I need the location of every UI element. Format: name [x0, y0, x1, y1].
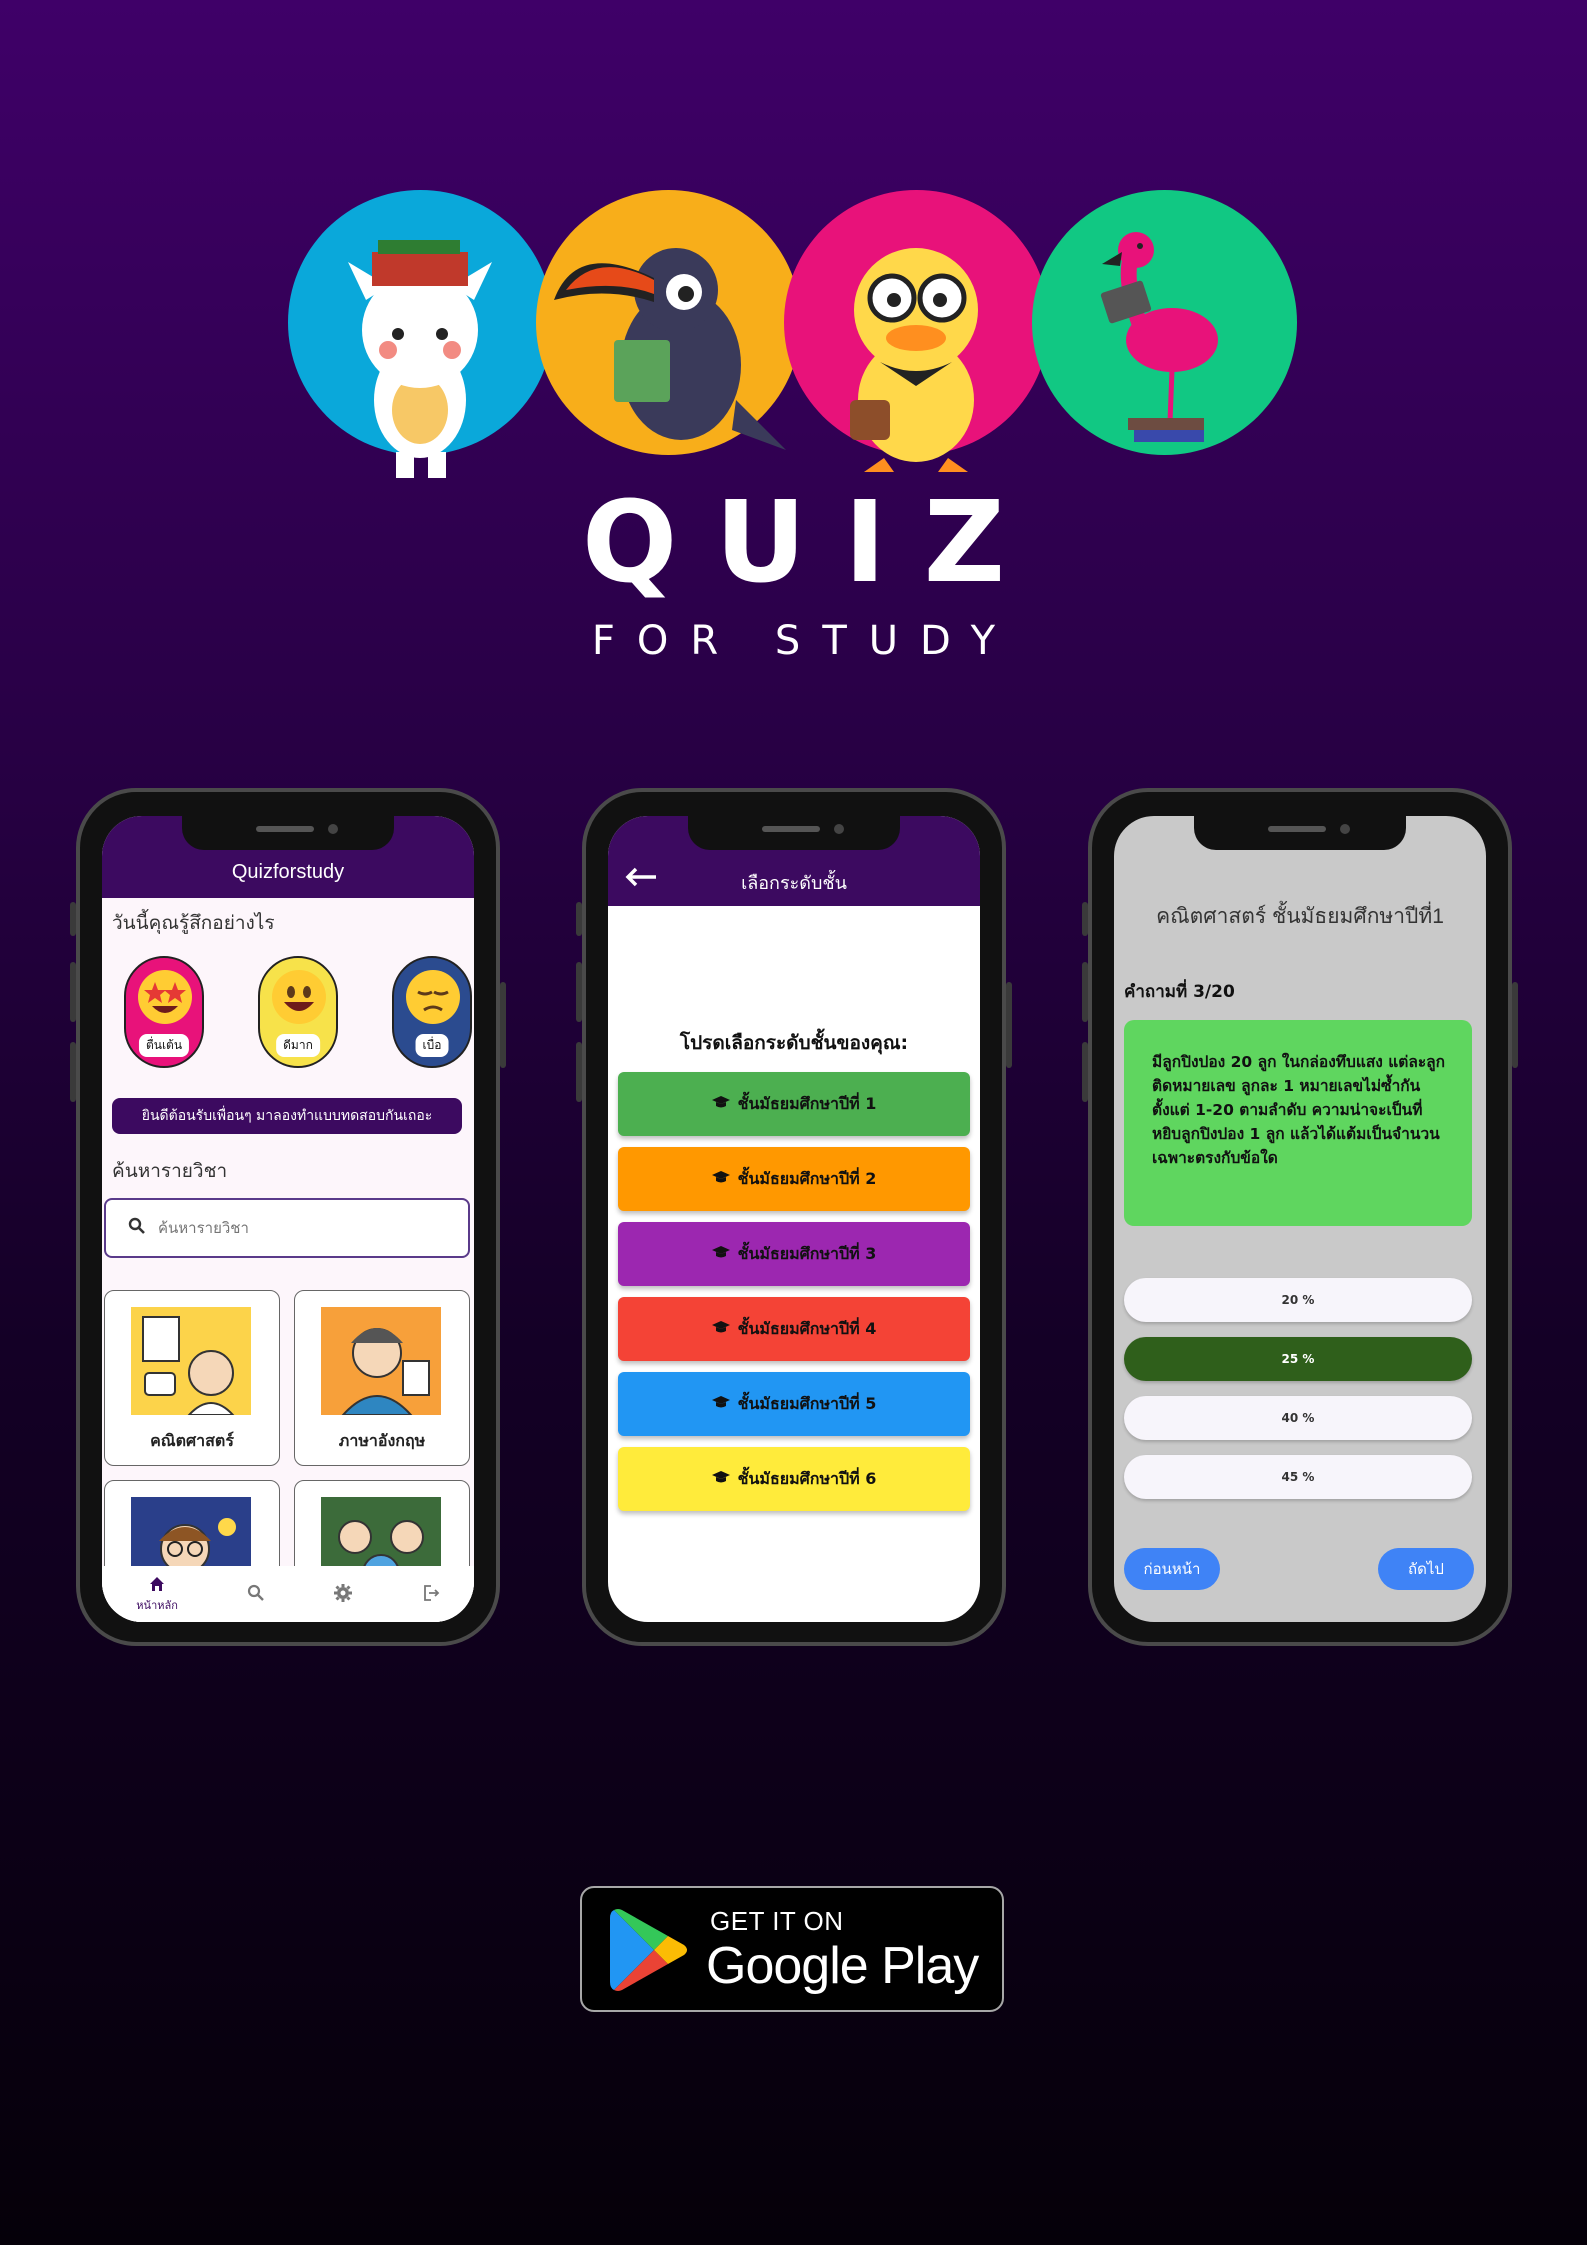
grade-label: ชั้นมัธยมศึกษาปีที่ 6: [737, 1468, 877, 1488]
cat-mascot-icon: [288, 190, 553, 478]
google-play-logo-icon: [610, 1906, 690, 1998]
gear-icon: [333, 1583, 353, 1606]
grade-title: เลือกระดับชั้น: [741, 873, 847, 894]
grade-button-3[interactable]: ชั้นมัธยมศึกษาปีที่ 3: [618, 1222, 970, 1286]
nav-home-label: หน้าหลัก: [136, 1598, 178, 1612]
subject-card-english[interactable]: ภาษาอังกฤษ: [294, 1290, 470, 1466]
previous-button[interactable]: ก่อนหน้า: [1124, 1548, 1220, 1590]
question-number: คำถามที่ 3/20: [1124, 982, 1235, 1002]
grade-button-6[interactable]: ชั้นมัธยมศึกษาปีที่ 6: [618, 1447, 970, 1511]
mood-question: วันนี้คุณรู้สึกอย่างไร: [112, 913, 275, 934]
bottom-nav: หน้าหลัก: [102, 1566, 474, 1622]
grade-label: ชั้นมัธยมศึกษาปีที่ 4: [737, 1318, 877, 1338]
answer-option-2[interactable]: 25 %: [1124, 1337, 1472, 1381]
nav-logout[interactable]: [422, 1584, 440, 1605]
subject-label: ภาษาอังกฤษ: [338, 1431, 426, 1450]
graduation-cap-icon: [711, 1095, 730, 1114]
smile-emoji-icon: [272, 970, 326, 1024]
answer-option-3[interactable]: 40 %: [1124, 1396, 1472, 1440]
quiz-screen: คณิตศาสตร์ ชั้นมัธยมศึกษาปีที่1 คำถามที่…: [1114, 816, 1486, 1622]
question-text: มีลูกปิงปอง 20 ลูก ในกล่องทึบแสง แต่ละลู…: [1152, 1053, 1446, 1167]
grade-label: ชั้นมัธยมศึกษาปีที่ 1: [737, 1093, 877, 1113]
search-icon: [247, 1584, 265, 1605]
grade-button-4[interactable]: ชั้นมัธยมศึกษาปีที่ 4: [618, 1297, 970, 1361]
grade-label: ชั้นมัธยมศึกษาปีที่ 2: [737, 1168, 877, 1188]
grade-button-1[interactable]: ชั้นมัธยมศึกษาปีที่ 1: [618, 1072, 970, 1136]
nav-home[interactable]: หน้าหลัก: [136, 1575, 178, 1614]
home-screen: Quizforstudy วันนี้คุณรู้สึกอย่างไร ตื่น…: [102, 816, 474, 1622]
mood-bored[interactable]: เบื่อ: [392, 956, 472, 1068]
question-box: มีลูกปิงปอง 20 ลูก ในกล่องทึบแสง แต่ละลู…: [1124, 1020, 1472, 1226]
english-student-icon: [321, 1307, 441, 1416]
badge-line1: GET IT ON: [710, 1906, 844, 1936]
mood-label: ตื่นเต้น: [138, 1034, 190, 1057]
bored-emoji-icon: [406, 970, 460, 1024]
search-icon: [128, 1217, 146, 1239]
brand-subtitle: FOR STUDY: [591, 618, 1018, 664]
mood-excited[interactable]: ตื่นเต้น: [124, 956, 204, 1068]
answer-option-1[interactable]: 20 %: [1124, 1278, 1472, 1322]
badge-line2: Google Play: [706, 1937, 979, 1995]
mascot-row: [288, 190, 1298, 480]
answer-option-4[interactable]: 45 %: [1124, 1455, 1472, 1499]
star-eyes-emoji-icon: [138, 970, 192, 1024]
next-button[interactable]: ถัดไป: [1378, 1548, 1474, 1590]
quiz-subject-title: คณิตศาสตร์ ชั้นมัธยมศึกษาปีที่1: [1156, 905, 1444, 928]
phone-home: Quizforstudy วันนี้คุณรู้สึกอย่างไร ตื่น…: [70, 788, 506, 1646]
graduation-cap-icon: [711, 1245, 730, 1264]
subject-label: คณิตศาสตร์: [150, 1431, 234, 1450]
grade-prompt: โปรดเลือกระดับชั้นของคุณ:: [679, 1032, 909, 1054]
math-student-icon: [131, 1307, 251, 1416]
grade-screen: เลือกระดับชั้น โปรดเลือกระดับชั้นของคุณ:…: [608, 816, 980, 1622]
toucan-mascot-icon: [536, 190, 801, 455]
phone-quiz: คณิตศาสตร์ ชั้นมัธยมศึกษาปีที่1 คำถามที่…: [1082, 788, 1518, 1646]
phone-grade-select: เลือกระดับชั้น โปรดเลือกระดับชั้นของคุณ:…: [576, 788, 1012, 1646]
graduation-cap-icon: [711, 1170, 730, 1189]
grade-button-2[interactable]: ชั้นมัธยมศึกษาปีที่ 2: [618, 1147, 970, 1211]
nav-settings[interactable]: [333, 1583, 353, 1606]
mood-great[interactable]: ดีมาก: [258, 956, 338, 1068]
welcome-banner: ยินดีต้อนรับเพื่อนๆ มาลองทำแบบทดสอบกันเถ…: [112, 1098, 462, 1134]
subject-search-input[interactable]: [158, 1219, 418, 1237]
brand-title: QUIZ: [581, 478, 1044, 608]
graduation-cap-icon: [711, 1395, 730, 1414]
graduation-cap-icon: [711, 1470, 730, 1489]
grade-label: ชั้นมัธยมศึกษาปีที่ 3: [737, 1243, 877, 1263]
subject-card-math[interactable]: คณิตศาสตร์: [104, 1290, 280, 1466]
graduation-cap-icon: [711, 1320, 730, 1339]
mood-label: ดีมาก: [276, 1034, 320, 1057]
grade-label: ชั้นมัธยมศึกษาปีที่ 5: [737, 1393, 877, 1413]
search-label: ค้นหารายวิชา: [112, 1161, 228, 1182]
app-title: Quizforstudy: [231, 861, 345, 883]
logout-icon: [422, 1584, 440, 1605]
flamingo-mascot-icon: [1032, 190, 1297, 455]
grade-button-5[interactable]: ชั้นมัธยมศึกษาปีที่ 5: [618, 1372, 970, 1436]
google-play-badge[interactable]: GET IT ON Google Play: [580, 1886, 1004, 2012]
home-icon: [148, 1575, 166, 1596]
nav-search[interactable]: [247, 1584, 265, 1605]
mood-label: เบื่อ: [415, 1034, 449, 1057]
duck-mascot-icon: [784, 190, 1049, 472]
subject-search-box[interactable]: [104, 1198, 470, 1258]
